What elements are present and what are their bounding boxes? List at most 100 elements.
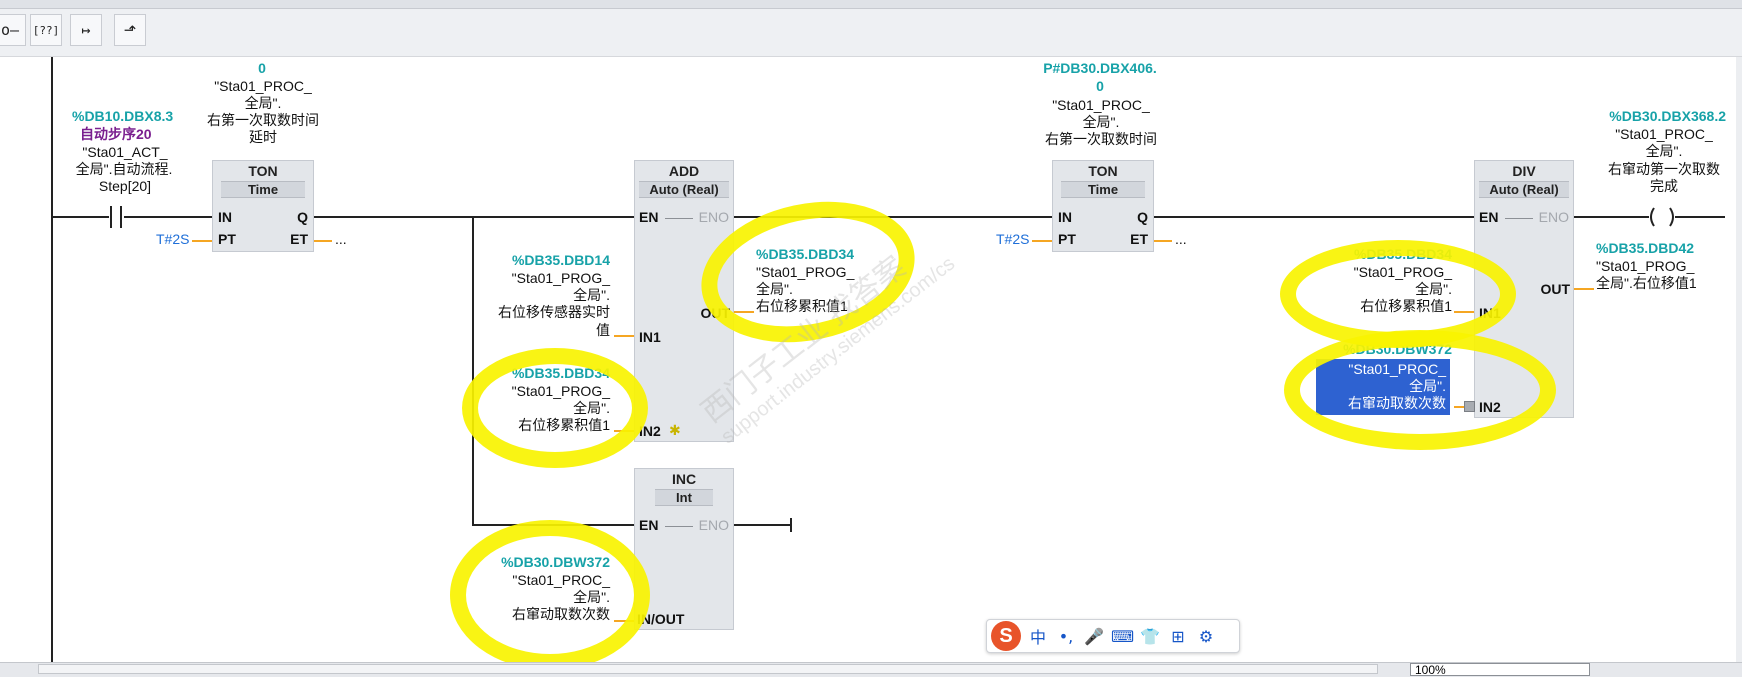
ton2-instance-value: 0 <box>1096 78 1104 94</box>
add-pin-en: EN <box>639 209 659 225</box>
add-in1-address: %DB35.DBD14 <box>511 252 610 268</box>
open-contact-button[interactable]: o— <box>0 14 26 46</box>
div-type[interactable]: Auto (Real) <box>1479 181 1569 198</box>
inc-title: INC <box>671 471 697 487</box>
ton1-instance-line1: "Sta01_PROC_ <box>214 78 312 94</box>
branch-close-icon: ⬏ <box>123 21 137 39</box>
rung-wire <box>1152 216 1474 218</box>
ime-microphone-icon[interactable]: 🎤 <box>1083 627 1105 646</box>
ton2-pt-value[interactable]: T#2S <box>996 231 1029 248</box>
ton1-type[interactable]: Time <box>221 181 305 198</box>
close-branch-button[interactable]: ⬏ <box>114 14 146 46</box>
zoom-select[interactable]: 100% <box>1410 663 1590 677</box>
ton1-title: TON <box>248 163 278 179</box>
ton2-pt-wire <box>1032 240 1052 242</box>
ton1-pt-value[interactable]: T#2S <box>156 231 189 248</box>
ton2-pin-q: Q <box>1137 209 1148 225</box>
rung-wire <box>1574 216 1649 218</box>
toolbar-top-strip <box>0 0 1742 9</box>
editor-toolbar: o— [??] ↦ ⬏ <box>0 0 1742 57</box>
add-pin-in1: IN1 <box>639 329 661 345</box>
ton2-et-wire <box>1154 240 1172 242</box>
coil-line2: 全局". <box>1645 143 1683 159</box>
ton1-pin-in: IN <box>218 209 232 225</box>
div-en-eno-line <box>1505 218 1533 219</box>
open-branch-icon: o— <box>0 21 20 39</box>
ton1-instance-line2: 全局". <box>244 95 282 111</box>
horizontal-scrollbar[interactable] <box>38 664 1378 674</box>
ton1-pin-q: Q <box>297 209 308 225</box>
ton2-pin-in: IN <box>1058 209 1072 225</box>
inc-type[interactable]: Int <box>655 489 713 506</box>
ime-settings-icon[interactable]: ⚙ <box>1195 627 1217 646</box>
add-in1-line4: 值 <box>596 322 610 338</box>
ton2-instance-line3: 右第一次取数时间 <box>1045 131 1157 147</box>
add-in1-wire <box>614 335 634 337</box>
ime-logo-icon[interactable]: S <box>991 621 1021 651</box>
rung-wire <box>53 216 109 218</box>
ime-keyboard-icon[interactable]: ⌨ <box>1111 627 1134 646</box>
ton2-pin-pt: PT <box>1058 231 1076 247</box>
ton2-type[interactable]: Time <box>1061 181 1145 198</box>
ime-punctuation-icon[interactable]: •, <box>1055 627 1077 646</box>
div-pin-out: OUT <box>1540 281 1570 297</box>
div-out-address: %DB35.DBD42 <box>1596 240 1695 256</box>
branch-end <box>790 518 792 532</box>
ime-skin-icon[interactable]: 👕 <box>1139 627 1161 646</box>
no-contact[interactable] <box>110 206 122 228</box>
ime-toolbox-icon[interactable]: ⊞ <box>1167 627 1189 646</box>
ton2-instance-line1: "Sta01_PROC_ <box>1052 97 1150 113</box>
coil-line4: 完成 <box>1650 178 1678 194</box>
ton2-title: TON <box>1088 163 1118 179</box>
div-out-line1: "Sta01_PROG_ <box>1596 258 1695 274</box>
contact-comment: 自动步序20 <box>80 126 152 142</box>
coil-line1: "Sta01_PROC_ <box>1615 126 1713 142</box>
contact-tag-line1: "Sta01_ACT_ <box>82 144 168 160</box>
coil-line3: 右窜动第一次取数 <box>1608 161 1720 177</box>
ton1-pin-et: ET <box>290 231 308 247</box>
inc-block[interactable]: INC Int EN ENO IN/OUT <box>634 468 734 630</box>
ton1-et-value[interactable]: ... <box>335 231 347 248</box>
empty-box-icon: [??] <box>32 23 60 37</box>
add-in1-line3: 右位移传感器实时 <box>498 304 610 320</box>
open-branch-button[interactable]: ↦ <box>70 14 102 46</box>
annotation-circle <box>462 348 648 468</box>
rung-wire <box>1675 216 1725 218</box>
ton1-et-wire <box>314 240 332 242</box>
branch-open-icon: ↦ <box>81 21 91 39</box>
ton1-instance-line3: 右第一次取数时间 <box>207 112 319 128</box>
branch-wire <box>732 524 792 526</box>
vertical-scrollbar[interactable] <box>1736 57 1742 662</box>
ime-toolbar[interactable]: S 中 •, 🎤 ⌨ 👕 ⊞ ⚙ <box>986 619 1240 653</box>
ton1-instance-value: 0 <box>258 60 266 76</box>
ton2-et-value[interactable]: ... <box>1175 231 1187 248</box>
add-en-eno-line <box>665 218 693 219</box>
ton2-block[interactable]: TON Time IN Q PT ET <box>1052 160 1154 252</box>
add-in1-line2: 全局". <box>573 287 610 303</box>
div-out-line2: 全局".右位移值1 <box>1596 275 1697 291</box>
inc-pin-en: EN <box>639 517 659 533</box>
annotation-circle <box>1284 330 1556 450</box>
ton2-instance-address: P#DB30.DBX406. <box>1043 60 1157 76</box>
ton1-block[interactable]: TON Time IN Q PT ET <box>212 160 314 252</box>
add-input-star-icon[interactable]: ✱ <box>669 423 681 439</box>
ton1-pin-pt: PT <box>218 231 236 247</box>
contact-tag-line2: 全局".自动流程. <box>75 161 173 177</box>
contact-tag-line3: Step[20] <box>98 178 152 194</box>
add-type[interactable]: Auto (Real) <box>639 181 729 198</box>
div-pin-en: EN <box>1479 209 1499 225</box>
ton2-pin-et: ET <box>1130 231 1148 247</box>
annotation-circle <box>450 520 650 670</box>
add-pin-eno: ENO <box>698 209 729 225</box>
empty-box-button[interactable]: [??] <box>30 14 62 46</box>
ton1-instance-line4: 延时 <box>249 129 277 145</box>
ime-chinese-mode-icon[interactable]: 中 <box>1027 624 1049 648</box>
add-in1-line1: "Sta01_PROG_ <box>511 270 610 286</box>
div-pin-eno: ENO <box>1538 209 1569 225</box>
div-out-wire <box>1574 288 1594 290</box>
add-title: ADD <box>668 163 700 179</box>
output-coil[interactable] <box>1648 206 1676 228</box>
coil-address: %DB30.DBX368.2 <box>1609 108 1726 124</box>
ton2-instance-line2: 全局". <box>1082 114 1120 130</box>
contact-address: %DB10.DBX8.3 <box>72 108 174 124</box>
